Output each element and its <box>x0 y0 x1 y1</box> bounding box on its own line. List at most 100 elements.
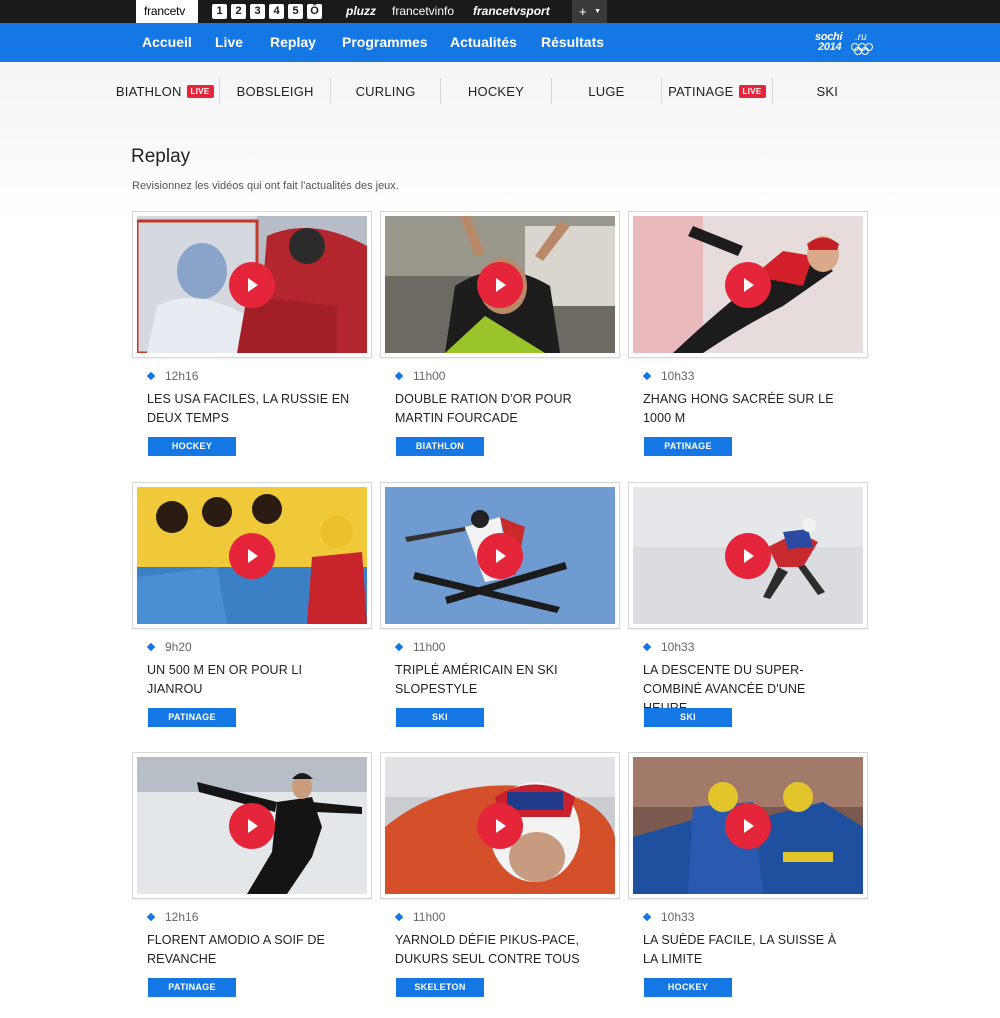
sport-tag[interactable]: SKELETON <box>396 978 484 997</box>
play-icon[interactable] <box>725 262 771 308</box>
card-title[interactable]: LA SUÈDE FACILE, LA SUISSE À LA LIMITE <box>643 931 853 969</box>
card-time: 11h00 <box>413 640 446 654</box>
video-card: 11h00 TRIPLÉ AMÉRICAIN EN SKI SLOPESTYLE… <box>380 482 620 752</box>
play-icon[interactable] <box>229 262 275 308</box>
nav-accueil[interactable]: Accueil <box>142 23 192 62</box>
sport-tag[interactable]: HOCKEY <box>644 978 732 997</box>
video-card: 11h00 DOUBLE RATION D'OR POUR MARTIN FOU… <box>380 211 620 481</box>
video-card: 11h00 YARNOLD DÉFIE PIKUS-PACE, DUKURS S… <box>380 752 620 1018</box>
play-icon[interactable] <box>229 803 275 849</box>
channel-4-link[interactable]: 4 <box>269 4 284 19</box>
diamond-icon <box>394 912 404 922</box>
video-thumbnail[interactable] <box>380 211 620 358</box>
live-badge: LIVE <box>738 84 766 98</box>
sport-bobsleigh[interactable]: BOBSLEIGH <box>220 78 331 104</box>
diamond-icon <box>642 371 652 381</box>
play-icon[interactable] <box>477 533 523 579</box>
video-thumbnail[interactable] <box>380 482 620 629</box>
sport-label: PATINAGE <box>668 83 734 99</box>
sport-tag[interactable]: PATINAGE <box>644 437 732 456</box>
sport-biathlon[interactable]: BIATHLON LIVE <box>110 78 221 104</box>
sport-tag[interactable]: PATINAGE <box>148 978 236 997</box>
play-icon[interactable] <box>725 533 771 579</box>
play-icon[interactable] <box>477 262 523 308</box>
plus-icon: + <box>579 4 587 19</box>
play-icon[interactable] <box>477 803 523 849</box>
nav-replay[interactable]: Replay <box>270 23 316 62</box>
card-title[interactable]: DOUBLE RATION D'OR POUR MARTIN FOURCADE <box>395 390 605 428</box>
sport-tag[interactable]: BIATHLON <box>396 437 484 456</box>
video-thumbnail[interactable] <box>132 211 372 358</box>
nav-actualites[interactable]: Actualités <box>450 23 517 62</box>
francetvsport-link[interactable]: francetvsport <box>473 0 550 23</box>
card-meta: 10h33 <box>642 369 694 383</box>
more-menu-button[interactable]: + ▼ <box>572 0 607 23</box>
card-time: 10h33 <box>661 640 695 654</box>
top-network-bar: francetv 1 2 3 4 5 Ô pluzz francetvinfo … <box>0 0 1000 23</box>
play-icon[interactable] <box>725 803 771 849</box>
card-time: 10h33 <box>661 910 695 924</box>
diamond-icon <box>394 642 404 652</box>
channel-2-link[interactable]: 2 <box>231 4 246 19</box>
sport-ski[interactable]: SKI <box>773 78 882 104</box>
sport-curling[interactable]: CURLING <box>331 78 442 104</box>
card-time: 12h16 <box>165 910 199 924</box>
nav-resultats[interactable]: Résultats <box>541 23 604 62</box>
pluzz-link[interactable]: pluzz <box>346 0 376 23</box>
card-title[interactable]: TRIPLÉ AMÉRICAIN EN SKI SLOPESTYLE <box>395 661 605 699</box>
sports-filter-bar: BIATHLON LIVE BOBSLEIGH CURLING HOCKEY L… <box>110 78 882 104</box>
video-thumbnail[interactable] <box>380 752 620 899</box>
sport-tag[interactable]: SKI <box>644 708 732 727</box>
card-meta: 11h00 <box>394 369 446 383</box>
video-card: 12h16 FLORENT AMODIO A SOIF DE REVANCHE … <box>132 752 372 1018</box>
channel-1-link[interactable]: 1 <box>212 4 227 19</box>
diamond-icon <box>394 371 404 381</box>
card-time: 11h00 <box>413 369 446 383</box>
card-title[interactable]: YARNOLD DÉFIE PIKUS-PACE, DUKURS SEUL CO… <box>395 931 605 969</box>
channel-3-link[interactable]: 3 <box>250 4 265 19</box>
video-card: 10h33 LA SUÈDE FACILE, LA SUISSE À LA LI… <box>628 752 868 1018</box>
card-meta: 12h16 <box>146 910 199 924</box>
sport-hockey[interactable]: HOCKEY <box>441 78 552 104</box>
card-time: 9h20 <box>165 640 192 654</box>
sport-label: BOBSLEIGH <box>236 83 314 99</box>
video-thumbnail[interactable] <box>628 752 868 899</box>
nav-programmes[interactable]: Programmes <box>342 23 428 62</box>
page-title: Replay <box>131 146 191 167</box>
video-thumbnail[interactable] <box>132 752 372 899</box>
card-title[interactable]: UN 500 M EN OR POUR LI JIANROU <box>147 661 357 699</box>
sport-label: HOCKEY <box>467 83 525 99</box>
card-title[interactable]: ZHANG HONG SACRÉE SUR LE 1000 M <box>643 390 853 428</box>
sport-label: BIATHLON <box>115 83 182 99</box>
caret-down-icon: ▼ <box>594 8 601 15</box>
sport-tag[interactable]: PATINAGE <box>148 708 236 727</box>
channel-o-link[interactable]: Ô <box>307 4 322 19</box>
page-subtitle: Revisionnez les vidéos qui ont fait l'ac… <box>132 180 399 192</box>
play-icon[interactable] <box>229 533 275 579</box>
diamond-icon <box>146 912 156 922</box>
video-card: 9h20 UN 500 M EN OR POUR LI JIANROU PATI… <box>132 482 372 752</box>
logo-ru: .ru <box>855 32 867 43</box>
card-meta: 11h00 <box>394 640 446 654</box>
video-thumbnail[interactable] <box>628 211 868 358</box>
sport-label: LUGE <box>588 83 625 99</box>
olympic-rings-icon <box>851 43 875 55</box>
francetvinfo-link[interactable]: francetvinfo <box>392 0 454 23</box>
card-meta: 10h33 <box>642 640 695 654</box>
sport-luge[interactable]: LUGE <box>552 78 663 104</box>
francetv-logo[interactable]: francetv <box>136 0 198 23</box>
sport-tag[interactable]: SKI <box>396 708 484 727</box>
video-thumbnail[interactable] <box>628 482 868 629</box>
sport-patinage[interactable]: PATINAGE LIVE <box>662 78 773 104</box>
nav-live[interactable]: Live <box>215 23 243 62</box>
sport-tag[interactable]: HOCKEY <box>148 437 236 456</box>
card-meta: 9h20 <box>146 640 192 654</box>
video-thumbnail[interactable] <box>132 482 372 629</box>
card-title[interactable]: LES USA FACILES, LA RUSSIE EN DEUX TEMPS <box>147 390 357 428</box>
diamond-icon <box>146 371 156 381</box>
sochi-2014-logo[interactable]: sochi 2014 .ru <box>815 31 875 56</box>
card-title[interactable]: FLORENT AMODIO A SOIF DE REVANCHE <box>147 931 357 969</box>
diamond-icon <box>642 912 652 922</box>
logo-line2: 2014 <box>818 41 842 53</box>
channel-5-link[interactable]: 5 <box>288 4 303 19</box>
